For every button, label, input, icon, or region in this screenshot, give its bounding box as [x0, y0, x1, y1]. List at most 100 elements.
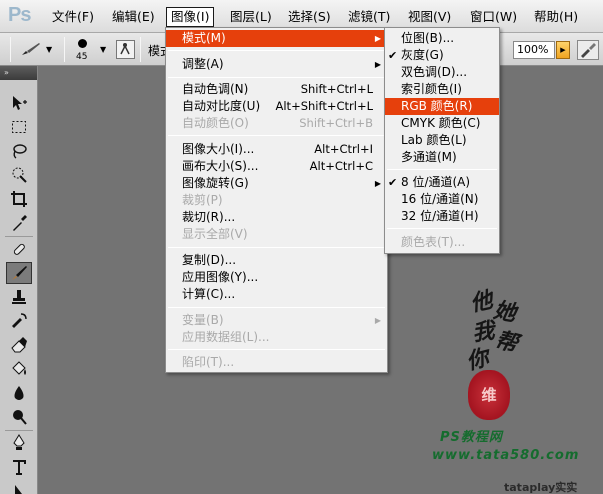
type-tool-icon[interactable]	[6, 456, 32, 478]
image-menu-image-size[interactable]: 图像大小(I)... Alt+Ctrl+I	[166, 141, 387, 158]
mode-bitmap[interactable]: 位图(B)...	[385, 30, 499, 47]
menu-window[interactable]: 窗口(W)	[466, 7, 521, 27]
blur-tool-icon[interactable]	[6, 382, 32, 404]
lasso-tool-icon[interactable]	[6, 140, 32, 162]
brush-tool-icon[interactable]	[6, 262, 32, 284]
mode-multichannel[interactable]: 多通道(M)	[385, 149, 499, 166]
brush-tool-icon[interactable]	[20, 41, 42, 60]
eraser-tool-icon[interactable]	[6, 334, 32, 356]
mode-grayscale[interactable]: ✔ 灰度(G)	[385, 47, 499, 64]
flow-dropdown-icon[interactable]: ▶	[556, 41, 570, 59]
image-menu-auto-color[interactable]: 自动颜色(O) Shift+Ctrl+B	[166, 115, 387, 132]
image-menu-rotation[interactable]: 图像旋转(G) ▶	[166, 175, 387, 192]
airbrush-button[interactable]	[577, 40, 599, 60]
menu-layer[interactable]: 图层(L)	[226, 7, 276, 27]
history-brush-tool-icon[interactable]	[6, 310, 32, 332]
menu-item-label: 自动颜色(O)	[182, 116, 249, 130]
mode-8-bit[interactable]: ✔ 8 位/通道(A)	[385, 174, 499, 191]
toolbox-collapse-icon[interactable]: »	[0, 66, 37, 80]
menu-help[interactable]: 帮助(H)	[530, 7, 582, 27]
menu-image[interactable]: 图像(I)	[166, 7, 215, 27]
image-menu-auto-tone[interactable]: 自动色调(N) Shift+Ctrl+L	[166, 81, 387, 98]
mode-submenu: 位图(B)... ✔ 灰度(G) 双色调(D)... 索引颜色(I) RGB 颜色…	[384, 27, 500, 254]
mode-lab-color[interactable]: Lab 颜色(L)	[385, 132, 499, 149]
image-menu-reveal-all[interactable]: 显示全部(V)	[166, 226, 387, 243]
tool-preset-dropdown-icon[interactable]: ▼	[46, 45, 52, 54]
menu-item-label: 变量(B)	[182, 313, 224, 327]
path-selection-tool-icon[interactable]	[6, 480, 32, 494]
toolbox: »	[0, 66, 38, 494]
menu-view[interactable]: 视图(V)	[404, 7, 455, 27]
flow-input[interactable]: 100%	[513, 41, 555, 59]
menu-item-label: 裁切(R)...	[182, 210, 236, 224]
menu-item-shortcut: Shift+Ctrl+L	[300, 82, 373, 96]
image-menu-trap[interactable]: 陷印(T)...	[166, 354, 387, 371]
menu-separator	[168, 50, 385, 51]
image-menu-auto-contrast[interactable]: 自动对比度(U) Alt+Shift+Ctrl+L	[166, 98, 387, 115]
image-menu-adjust[interactable]: 调整(A) ▶	[166, 56, 387, 73]
move-tool-icon[interactable]	[6, 92, 32, 114]
quick-selection-tool-icon[interactable]	[6, 164, 32, 186]
options-divider	[64, 37, 65, 62]
options-grip	[10, 37, 11, 62]
mode-cmyk-color[interactable]: CMYK 颜色(C)	[385, 115, 499, 132]
menu-item-label: 16 位/通道(N)	[401, 192, 479, 206]
mode-16-bit[interactable]: 16 位/通道(N)	[385, 191, 499, 208]
mode-indexed-color[interactable]: 索引颜色(I)	[385, 81, 499, 98]
menu-item-label: 应用数据组(L)...	[182, 330, 270, 344]
menu-item-label: 调整(A)	[182, 57, 224, 71]
healing-brush-tool-icon[interactable]	[6, 238, 32, 260]
brush-tip-icon[interactable]	[78, 39, 87, 48]
menu-item-label: CMYK 颜色(C)	[401, 116, 481, 130]
image-menu-calculations[interactable]: 计算(C)...	[166, 286, 387, 303]
image-menu-trim[interactable]: 裁切(R)...	[166, 209, 387, 226]
watermark-site-title: PS教程网	[440, 430, 503, 445]
menu-edit[interactable]: 编辑(E)	[108, 7, 159, 27]
brush-panel-button[interactable]	[116, 40, 135, 59]
image-menu-crop[interactable]: 裁剪(P)	[166, 192, 387, 209]
image-menu-mode[interactable]: 模式(M) ▶	[166, 30, 387, 47]
brush-preset-dropdown-icon[interactable]: ▼	[100, 45, 106, 54]
watermark-corner-text: tataplay实实	[504, 481, 578, 494]
menu-item-label: 颜色表(T)...	[401, 235, 466, 249]
menu-item-label: 模式(M)	[182, 31, 226, 45]
menu-separator	[168, 135, 385, 136]
menu-item-label: 32 位/通道(H)	[401, 209, 479, 223]
image-menu-apply-image[interactable]: 应用图像(Y)...	[166, 269, 387, 286]
eyedropper-tool-icon[interactable]	[6, 212, 32, 234]
menu-filter[interactable]: 滤镜(T)	[344, 7, 394, 27]
menu-item-label: 双色调(D)...	[401, 65, 468, 79]
mode-32-bit[interactable]: 32 位/通道(H)	[385, 208, 499, 225]
menu-file[interactable]: 文件(F)	[48, 7, 98, 27]
watermark-site-url: www.tata580.com	[432, 448, 580, 463]
pen-tool-icon[interactable]	[6, 432, 32, 454]
options-divider	[140, 37, 141, 62]
menu-item-shortcut: Alt+Shift+Ctrl+L	[275, 99, 374, 113]
menu-item-label: 自动对比度(U)	[182, 99, 261, 113]
menu-select[interactable]: 选择(S)	[284, 7, 335, 27]
image-menu-duplicate[interactable]: 复制(D)...	[166, 252, 387, 269]
watermark: 他 她 我 帮 你 维 PS教程网 www.tata580.com tatapl…	[420, 280, 603, 494]
menu-item-label: 计算(C)...	[182, 287, 236, 301]
paint-bucket-tool-icon[interactable]	[6, 358, 32, 380]
clone-stamp-tool-icon[interactable]	[6, 286, 32, 308]
menu-item-shortcut: Shift+Ctrl+B	[299, 116, 373, 130]
menu-separator	[168, 77, 385, 78]
mode-duotone[interactable]: 双色调(D)...	[385, 64, 499, 81]
image-menu-variables[interactable]: 变量(B) ▶	[166, 312, 387, 329]
menu-separator	[387, 169, 497, 170]
mode-rgb-color[interactable]: RGB 颜色(R)	[385, 98, 499, 115]
checkmark-icon: ✔	[388, 176, 398, 189]
crop-tool-icon[interactable]	[6, 188, 32, 210]
image-menu-apply-data-set[interactable]: 应用数据组(L)...	[166, 329, 387, 346]
menu-item-label: Lab 颜色(L)	[401, 133, 467, 147]
image-menu-canvas-size[interactable]: 画布大小(S)... Alt+Ctrl+C	[166, 158, 387, 175]
toolbox-divider	[5, 430, 33, 431]
marquee-tool-icon[interactable]	[6, 116, 32, 138]
dodge-tool-icon[interactable]	[6, 406, 32, 428]
menu-item-label: 应用图像(Y)...	[182, 270, 259, 284]
mode-color-table[interactable]: 颜色表(T)...	[385, 234, 499, 251]
menu-item-label: 8 位/通道(A)	[401, 175, 471, 189]
brush-size-value: 45	[76, 52, 88, 62]
menu-item-label: 图像大小(I)...	[182, 142, 255, 156]
